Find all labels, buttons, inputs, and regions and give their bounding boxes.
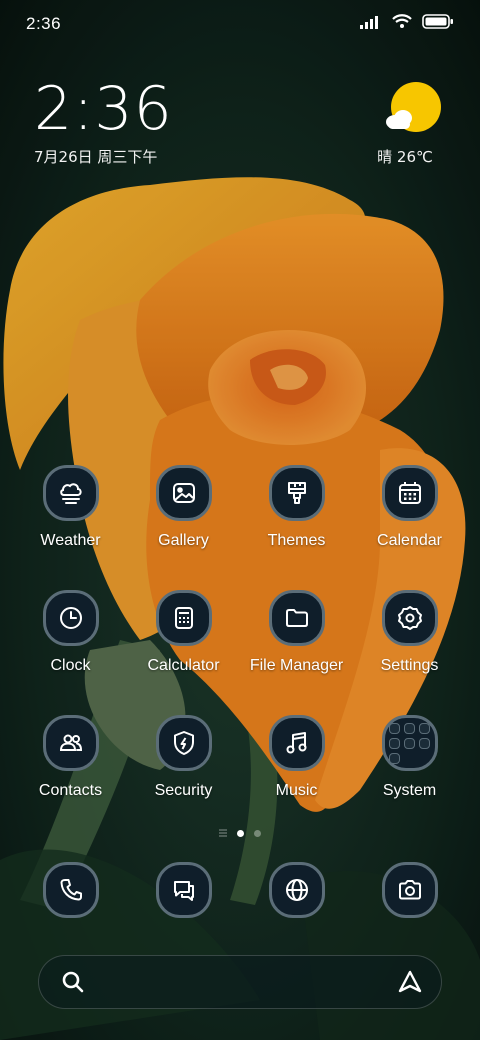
- shield-icon: [155, 715, 212, 771]
- app-themes[interactable]: Themes: [240, 465, 353, 590]
- app-label: Clock: [50, 657, 91, 674]
- weather-widget[interactable]: 晴 26℃: [376, 82, 446, 167]
- clock-widget[interactable]: 2:36 7月26日 周三下午: [34, 78, 173, 167]
- page-dot[interactable]: [254, 829, 261, 837]
- mini-app-icon: [389, 752, 400, 764]
- mini-app-icon: [419, 722, 430, 734]
- app-label: Contacts: [38, 782, 103, 799]
- gallery-icon: [155, 465, 212, 521]
- app-music[interactable]: Music: [240, 715, 353, 840]
- page-indicator[interactable]: [0, 829, 480, 837]
- app-row: Contacts Security Music System: [14, 715, 466, 840]
- app-weather[interactable]: Weather: [14, 465, 127, 590]
- app-settings[interactable]: Settings: [353, 590, 466, 715]
- system-folder-grid: [387, 721, 432, 766]
- dock-messages[interactable]: [127, 862, 240, 918]
- camera-icon: [381, 862, 438, 918]
- mini-app-icon: [389, 722, 400, 734]
- mini-app-icon: [419, 737, 430, 749]
- dock-camera[interactable]: [353, 862, 466, 918]
- weather-text: 晴 26℃: [377, 148, 433, 166]
- app-label: Gallery: [158, 532, 209, 549]
- signal-icon: [360, 15, 378, 29]
- battery-icon: [422, 14, 453, 29]
- browser-icon: [268, 862, 325, 918]
- mini-app-icon: [404, 737, 415, 749]
- calendar-icon: [381, 465, 438, 521]
- gear-icon: [381, 590, 438, 646]
- app-row: Weather Gallery Themes Calendar: [14, 465, 466, 590]
- status-bar: 2:36: [0, 0, 480, 50]
- search-bar[interactable]: [38, 955, 442, 1009]
- clock-icon: [42, 590, 99, 646]
- phone-icon: [42, 862, 99, 918]
- app-contacts[interactable]: Contacts: [14, 715, 127, 840]
- list-view-icon: [219, 829, 227, 837]
- app-label: Music: [275, 782, 318, 799]
- brush-icon: [268, 465, 325, 521]
- widget-time: 2:36: [34, 74, 173, 144]
- assistant-icon[interactable]: [397, 970, 423, 994]
- sun-cloud-icon: [386, 82, 441, 132]
- mini-app-icon: [389, 737, 400, 749]
- app-system-folder[interactable]: System: [353, 715, 466, 840]
- page-dot-active[interactable]: [237, 829, 244, 837]
- dock: [14, 862, 466, 918]
- app-file-manager[interactable]: File Manager: [240, 590, 353, 715]
- app-label: Calendar: [377, 532, 442, 549]
- music-note-icon: [268, 715, 325, 771]
- mini-app-icon: [404, 722, 415, 734]
- app-clock[interactable]: Clock: [14, 590, 127, 715]
- status-icons: [360, 14, 454, 29]
- app-grid: Weather Gallery Themes Calendar Clock Ca…: [14, 465, 466, 840]
- app-label: Security: [154, 782, 213, 799]
- status-time: 2:36: [26, 14, 62, 33]
- contacts-icon: [42, 715, 99, 771]
- app-label: System: [382, 782, 437, 799]
- app-calculator[interactable]: Calculator: [127, 590, 240, 715]
- dock-phone[interactable]: [14, 862, 127, 918]
- wifi-icon: [392, 14, 412, 28]
- weather-icon: [42, 465, 99, 521]
- app-label: Weather: [40, 532, 101, 549]
- search-icon: [62, 971, 84, 993]
- dock-browser[interactable]: [240, 862, 353, 918]
- app-label: Settings: [380, 657, 439, 674]
- messages-icon: [155, 862, 212, 918]
- calculator-icon: [155, 590, 212, 646]
- widget-date: 7月26日 周三下午: [34, 148, 158, 166]
- folder-icon: [268, 590, 325, 646]
- app-label: Themes: [267, 532, 326, 549]
- folder-grid-icon: [381, 715, 438, 771]
- app-label: File Manager: [249, 657, 344, 674]
- app-security[interactable]: Security: [127, 715, 240, 840]
- app-gallery[interactable]: Gallery: [127, 465, 240, 590]
- app-row: Clock Calculator File Manager Settings: [14, 590, 466, 715]
- app-calendar[interactable]: Calendar: [353, 465, 466, 590]
- app-label: Calculator: [147, 657, 220, 674]
